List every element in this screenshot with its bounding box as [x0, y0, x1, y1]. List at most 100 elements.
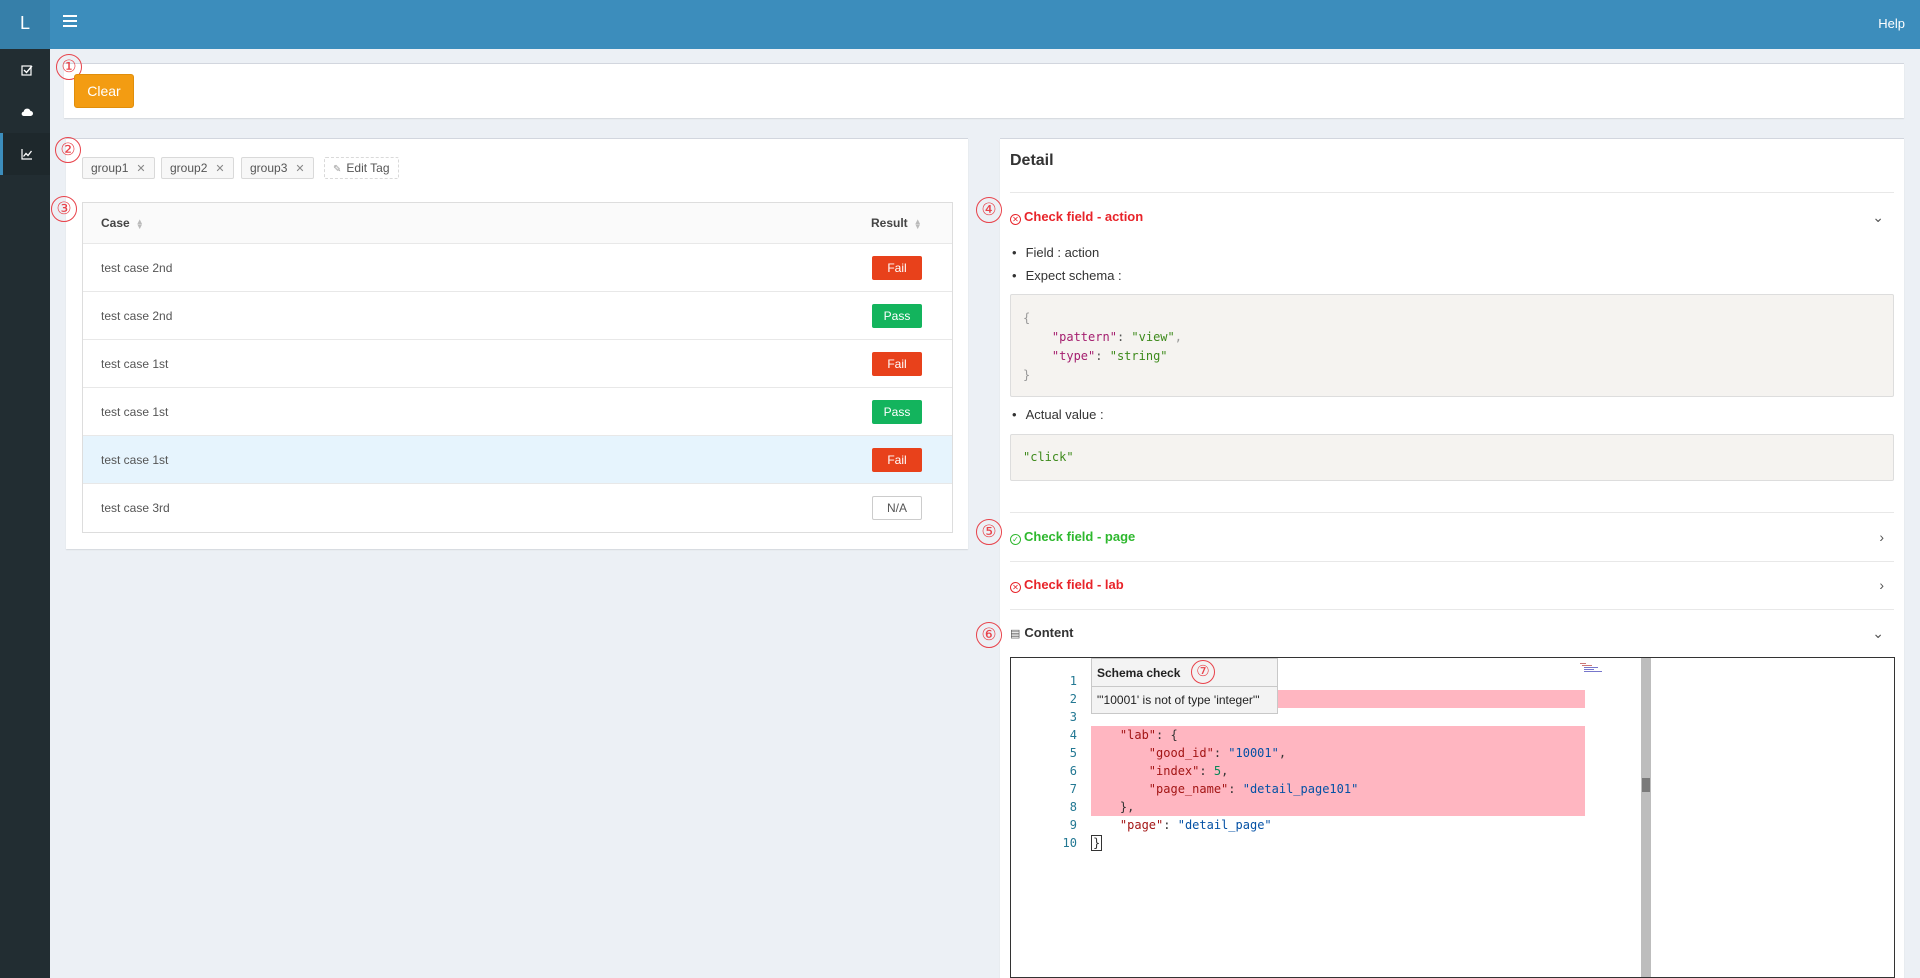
sort-icon[interactable]: ▲ ▼ — [136, 217, 144, 230]
table-row[interactable]: test case 1st Fail — [83, 436, 952, 484]
expect-item: Expect schema : — [1012, 268, 1122, 283]
section-content-header[interactable]: ▤ Content ⌄ — [1010, 625, 1894, 645]
chevron-right-icon[interactable]: › — [1879, 529, 1884, 545]
table-header: Case ▲ ▼ Result ▲ ▼ — [83, 203, 952, 244]
circle-x-icon: ✕ — [1010, 214, 1021, 225]
case-name: test case 1st — [101, 453, 169, 467]
minimap[interactable] — [1578, 662, 1618, 676]
code-line-error: "page_name": "detail_page101" — [1091, 780, 1585, 798]
divider — [1010, 561, 1894, 562]
toolbar-panel — [64, 63, 1904, 118]
line-number: 9 — [1069, 818, 1077, 832]
section-title: Check field - action — [1024, 209, 1144, 224]
chevron-right-icon[interactable]: › — [1879, 577, 1884, 593]
column-header-label: Result — [871, 216, 908, 230]
edit-tag-label: Edit Tag — [346, 161, 390, 175]
line-number: 1 — [1069, 674, 1077, 688]
close-icon[interactable]: ✕ — [136, 163, 145, 175]
menu-icon[interactable] — [63, 15, 77, 29]
section-action-header[interactable]: ✕ Check field - action ⌄ — [1010, 209, 1894, 229]
column-header-result[interactable]: Result ▲ ▼ — [871, 216, 922, 230]
chevron-down-icon[interactable]: ⌄ — [1872, 209, 1884, 226]
editor-scrollbar[interactable] — [1641, 658, 1651, 977]
sort-icon[interactable]: ▲ ▼ — [914, 217, 922, 230]
json-value: "10001" — [1228, 746, 1279, 760]
tooltip-title: Schema check — [1092, 659, 1277, 687]
help-link[interactable]: Help — [1878, 16, 1905, 31]
case-name: test case 1st — [101, 405, 169, 419]
actual-label: Actual value : — [1025, 407, 1104, 422]
case-name: test case 1st — [101, 357, 169, 371]
divider — [1010, 512, 1894, 513]
table-row[interactable]: test case 3rd N/A — [83, 484, 952, 532]
schema-key: "pattern" — [1051, 330, 1117, 344]
json-value: "detail_page101" — [1242, 782, 1359, 796]
json-key: "page" — [1119, 818, 1164, 832]
close-icon[interactable]: ✕ — [295, 163, 304, 175]
case-name: test case 2nd — [101, 309, 173, 323]
json-value: "detail_page" — [1177, 818, 1272, 832]
code-line: "page": "detail_page" — [1119, 818, 1272, 832]
line-number: 5 — [1069, 746, 1077, 760]
status-badge: N/A — [872, 496, 922, 520]
status-badge: Pass — [872, 304, 922, 328]
sidebar — [0, 49, 50, 978]
code-line-error: }, — [1091, 798, 1585, 816]
divider — [1010, 609, 1894, 610]
schema-check-tooltip: Schema check "'10001' is not of type 'in… — [1091, 658, 1278, 714]
chevron-down-icon[interactable]: ⌄ — [1872, 625, 1884, 642]
line-number: 2 — [1069, 692, 1077, 706]
tag-group2[interactable]: group2 ✕ — [161, 157, 234, 179]
app-logo[interactable]: L — [0, 0, 50, 49]
marker-3: ③ — [51, 196, 77, 222]
tooltip-message: "'10001' is not of type 'integer'" — [1097, 693, 1260, 707]
code-line-error: "good_id": "10001", — [1091, 744, 1585, 762]
circle-x-icon: ✕ — [1010, 582, 1021, 593]
schema-value: "string" — [1109, 349, 1168, 363]
line-number: 8 — [1069, 800, 1077, 814]
tag-group3[interactable]: group3 ✕ — [241, 157, 314, 179]
sidebar-item-cloud[interactable] — [0, 91, 50, 133]
status-badge: Fail — [872, 256, 922, 280]
column-header-case[interactable]: Case ▲ ▼ — [101, 216, 144, 230]
tag-group1[interactable]: group1 ✕ — [82, 157, 155, 179]
top-bar: L Help — [0, 0, 1920, 49]
field-label: Field : action — [1025, 245, 1100, 260]
actual-value-block: "click" — [1010, 434, 1894, 481]
table-row[interactable]: test case 1st Fail — [83, 340, 952, 388]
close-icon[interactable]: ✕ — [215, 163, 224, 175]
sidebar-item-charts[interactable] — [0, 133, 50, 175]
tag-label: group2 — [170, 161, 208, 175]
section-lab-header[interactable]: ✕ Check field - lab › — [1010, 577, 1894, 597]
line-number: 7 — [1069, 782, 1077, 796]
column-header-label: Case — [101, 216, 130, 230]
line-number: 3 — [1069, 710, 1077, 724]
section-page-header[interactable]: ✓ Check field - page › — [1010, 529, 1894, 549]
edit-tag-button[interactable]: ✎ Edit Tag — [324, 157, 399, 179]
chart-icon — [20, 149, 32, 160]
marker-2: ② — [55, 137, 81, 163]
status-badge: Fail — [872, 448, 922, 472]
table-row[interactable]: test case 2nd Pass — [83, 292, 952, 340]
expect-label: Expect schema : — [1025, 268, 1122, 283]
clear-button[interactable]: Clear — [74, 74, 134, 108]
detail-title: Detail — [1010, 152, 1054, 169]
section-title: Content — [1024, 625, 1074, 640]
case-name: test case 2nd — [101, 261, 173, 275]
marker-6: ⑥ — [976, 622, 1002, 648]
schema-key: "type" — [1051, 349, 1096, 363]
json-key: "page_name" — [1148, 782, 1229, 796]
scrollbar-thumb[interactable] — [1642, 778, 1650, 792]
section-title: Check field - page — [1024, 529, 1136, 544]
circle-check-icon: ✓ — [1010, 534, 1021, 545]
table-row[interactable]: test case 1st Pass — [83, 388, 952, 436]
sidebar-item-checks[interactable] — [0, 49, 50, 91]
code-line-error: "lab": { — [1091, 726, 1585, 744]
field-item: Field : action — [1012, 245, 1100, 260]
line-number: 4 — [1069, 728, 1077, 742]
line-number: 10 — [1062, 836, 1077, 850]
cloud-icon — [21, 108, 33, 117]
json-key: "index" — [1148, 764, 1200, 778]
table-row[interactable]: test case 2nd Fail — [83, 244, 952, 292]
line-number: 6 — [1069, 764, 1077, 778]
